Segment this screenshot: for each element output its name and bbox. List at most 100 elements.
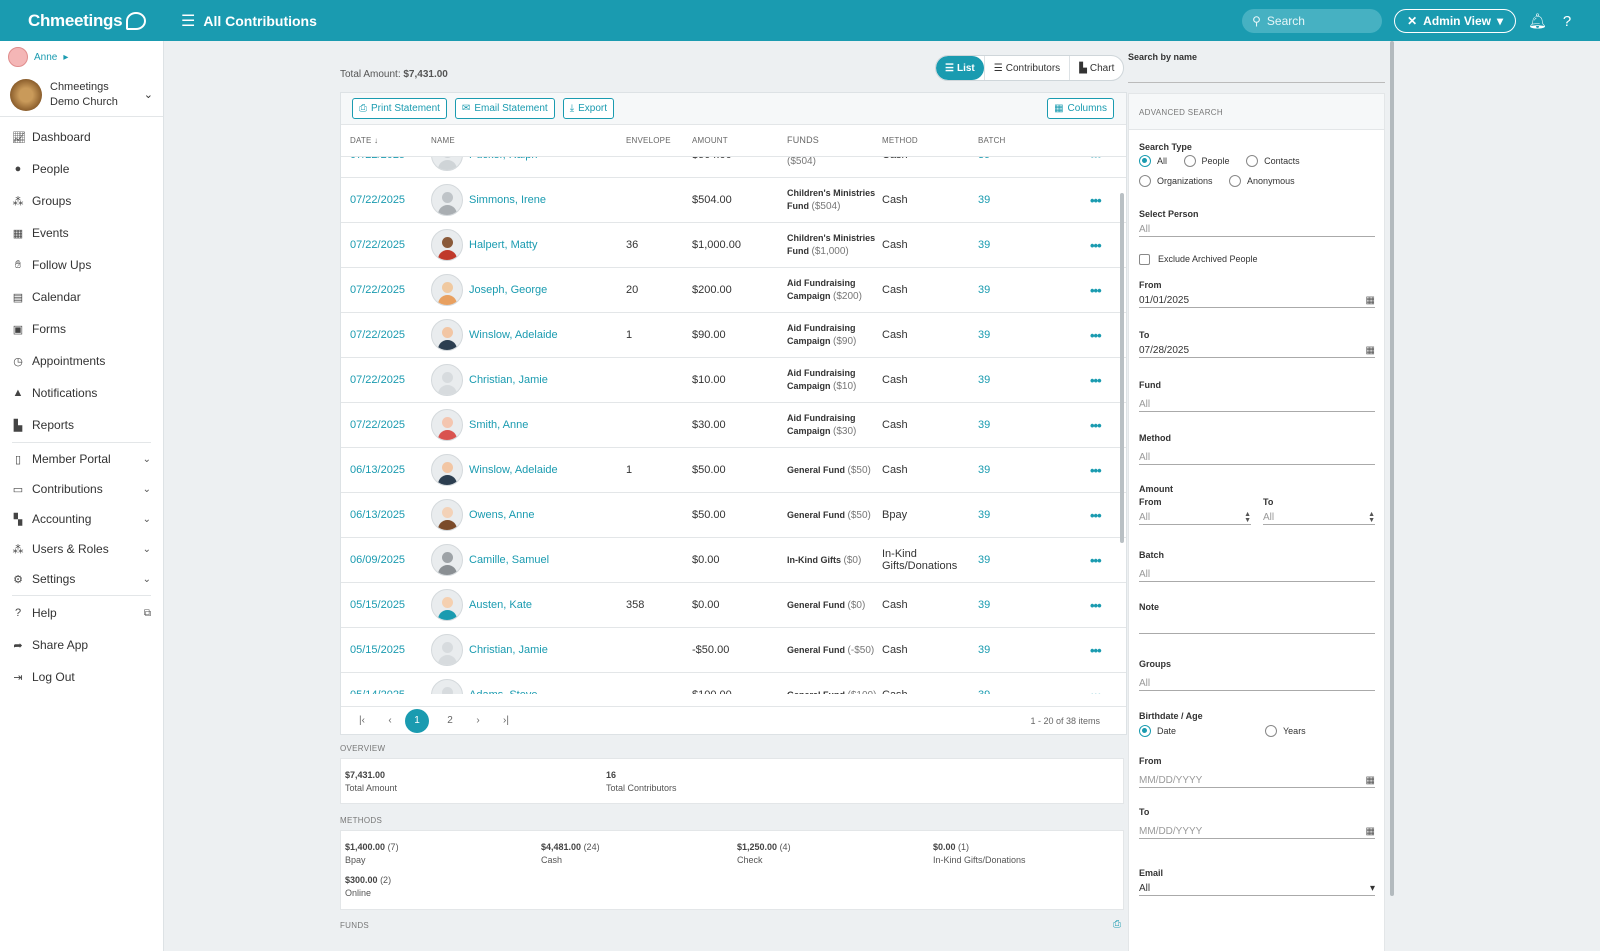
method-field[interactable]: Method All bbox=[1139, 433, 1375, 465]
sidebar-item-dashboard[interactable]: 📈︎ Dashboard bbox=[0, 121, 163, 153]
note-field[interactable]: Note bbox=[1139, 602, 1375, 634]
sidebar-item-log-out[interactable]: ⇥ Log Out bbox=[0, 661, 163, 693]
sidebar-item-settings[interactable]: ⚙ Settings ⌄ bbox=[0, 564, 163, 594]
row-batch[interactable]: 39 bbox=[978, 644, 1090, 656]
more-options-icon[interactable]: ••• bbox=[1090, 328, 1120, 343]
table-row[interactable]: 07/22/2025 Smith, Anne $30.00 Aid Fundraisi… bbox=[341, 403, 1126, 448]
row-date[interactable]: 07/22/2025 bbox=[341, 329, 431, 341]
sidebar-item-forms[interactable]: ▣ Forms bbox=[0, 313, 163, 345]
radio-date[interactable]: Date bbox=[1139, 725, 1251, 737]
more-options-icon[interactable]: ••• bbox=[1090, 508, 1120, 523]
sidebar-item-reports[interactable]: ▙ Reports bbox=[0, 409, 163, 441]
table-row[interactable]: 07/22/2025 Halpert, Matty 36 $1,000.00 Child… bbox=[341, 223, 1126, 268]
row-name[interactable]: Christian, Jamie bbox=[431, 634, 626, 666]
row-batch[interactable]: 39 bbox=[978, 239, 1090, 251]
table-row[interactable]: 06/13/2025 Winslow, Adelaide 1 $50.00 Genera… bbox=[341, 448, 1126, 493]
sidebar-item-member-portal[interactable]: ▯ Member Portal ⌄ bbox=[0, 444, 163, 474]
row-date[interactable]: 07/22/2025 bbox=[341, 419, 431, 431]
table-row[interactable]: 06/13/2025 Owens, Anne $50.00 General Fund … bbox=[341, 493, 1126, 538]
amount-to-field[interactable]: To All ▲ ▼ bbox=[1263, 497, 1375, 525]
church-selector[interactable]: Chmeetings Demo Church ⌄ bbox=[0, 73, 163, 117]
row-batch[interactable]: 39 bbox=[978, 194, 1090, 206]
row-date[interactable]: 05/15/2025 bbox=[341, 644, 431, 656]
table-scrollbar[interactable] bbox=[1120, 193, 1124, 543]
sidebar-item-users-roles[interactable]: ⁂ Users & Roles ⌄ bbox=[0, 534, 163, 564]
sidebar-item-calendar[interactable]: ▤ Calendar bbox=[0, 281, 163, 313]
row-date[interactable]: 07/22/2025 bbox=[341, 239, 431, 251]
more-options-icon[interactable]: ••• bbox=[1090, 418, 1120, 433]
row-name[interactable]: Owens, Anne bbox=[431, 499, 626, 531]
column-header-batch[interactable]: BATCH bbox=[978, 136, 1090, 145]
select-person-field[interactable]: Select Person All bbox=[1139, 209, 1375, 237]
exclude-archived-checkbox[interactable]: Exclude Archived People bbox=[1139, 254, 1375, 266]
column-header-date[interactable]: DATE ↓ bbox=[341, 136, 431, 145]
email-statement-button[interactable]: ✉ Email Statement bbox=[454, 98, 555, 119]
row-name[interactable]: Joseph, George bbox=[431, 274, 626, 306]
row-date[interactable]: 07/22/2025 bbox=[341, 374, 431, 386]
row-batch[interactable]: 39 bbox=[978, 554, 1090, 566]
row-date[interactable]: 07/22/2025 bbox=[341, 157, 431, 161]
row-date[interactable]: 07/22/2025 bbox=[341, 194, 431, 206]
column-header-funds[interactable]: FUNDS bbox=[787, 134, 882, 147]
sidebar-item-events[interactable]: ▦ Events bbox=[0, 217, 163, 249]
first-page-icon[interactable]: |‹ bbox=[355, 715, 369, 726]
row-batch[interactable]: 39 bbox=[978, 374, 1090, 386]
print-statement-button[interactable]: ⎙ Print Statement bbox=[352, 98, 447, 119]
sidebar-item-appointments[interactable]: ◷ Appointments bbox=[0, 345, 163, 377]
next-page-icon[interactable]: › bbox=[471, 715, 485, 726]
calendar-icon[interactable]: ▦ bbox=[1366, 345, 1375, 356]
table-row[interactable]: 06/09/2025 Camille, Samuel $0.00 In-Kind Gi… bbox=[341, 538, 1126, 583]
row-date[interactable]: 05/14/2025 bbox=[341, 689, 431, 694]
hamburger-menu-icon[interactable]: ☰ bbox=[181, 11, 195, 31]
view-list-button[interactable]: ☰ List bbox=[936, 56, 984, 80]
global-search-input[interactable]: ⚲ Search bbox=[1242, 9, 1383, 33]
more-options-icon[interactable]: ••• bbox=[1090, 238, 1120, 253]
printer-icon[interactable]: ⎙ bbox=[1113, 919, 1121, 930]
admin-view-dropdown[interactable]: ✕ Admin View ▾ bbox=[1394, 9, 1516, 33]
fund-field[interactable]: Fund All bbox=[1139, 380, 1375, 412]
search-by-name-input[interactable] bbox=[1128, 82, 1385, 83]
radio-anonymous[interactable]: Anonymous bbox=[1229, 175, 1295, 187]
help-icon[interactable]: ? bbox=[1558, 13, 1576, 30]
date-to-field[interactable]: To 07/28/2025 ▦ bbox=[1139, 330, 1375, 358]
radio-years[interactable]: Years bbox=[1265, 725, 1306, 737]
amount-from-field[interactable]: From All ▲ ▼ bbox=[1139, 497, 1251, 525]
row-batch[interactable]: 39 bbox=[978, 329, 1090, 341]
row-name[interactable]: Halpert, Matty bbox=[431, 229, 626, 261]
brand-logo[interactable]: Chmeetings bbox=[0, 11, 163, 31]
user-menu[interactable]: Anne ▸ bbox=[0, 41, 163, 73]
row-name[interactable]: Winslow, Adelaide bbox=[431, 319, 626, 351]
column-header-name[interactable]: NAME bbox=[431, 136, 626, 145]
row-batch[interactable]: 39 bbox=[978, 419, 1090, 431]
sidebar-item-notifications[interactable]: ▲ Notifications bbox=[0, 377, 163, 409]
page-2-button[interactable]: 2 bbox=[443, 715, 457, 726]
sidebar-item-share-app[interactable]: ➦ Share App bbox=[0, 629, 163, 661]
row-name[interactable]: Christian, Jamie bbox=[431, 364, 626, 396]
row-name[interactable]: Simmons, Irene bbox=[431, 184, 626, 216]
sidebar-item-people[interactable]: ● People bbox=[0, 153, 163, 185]
radio-all[interactable]: All bbox=[1139, 155, 1167, 167]
page-1-button[interactable]: 1 bbox=[405, 708, 429, 733]
row-date[interactable]: 06/13/2025 bbox=[341, 509, 431, 521]
row-name[interactable]: Winslow, Adelaide bbox=[431, 454, 626, 486]
row-batch[interactable]: 39 bbox=[978, 464, 1090, 476]
birthdate-from-field[interactable]: From MM/DD/YYYY ▦ bbox=[1139, 756, 1375, 788]
radio-people[interactable]: People bbox=[1183, 155, 1230, 167]
more-options-icon[interactable]: ••• bbox=[1090, 643, 1120, 658]
columns-button[interactable]: ▦ Columns bbox=[1047, 98, 1114, 119]
birthdate-to-field[interactable]: To MM/DD/YYYY ▦ bbox=[1139, 807, 1375, 839]
column-header-amount[interactable]: AMOUNT bbox=[692, 136, 787, 145]
more-options-icon[interactable]: ••• bbox=[1090, 193, 1120, 208]
table-row[interactable]: 07/22/2025 Winslow, Adelaide 1 $90.00 Aid Fu… bbox=[341, 313, 1126, 358]
more-options-icon[interactable]: ••• bbox=[1090, 283, 1120, 298]
calendar-icon[interactable]: ▦ bbox=[1366, 775, 1375, 786]
more-options-icon[interactable]: ••• bbox=[1090, 373, 1120, 388]
row-batch[interactable]: 39 bbox=[978, 599, 1090, 611]
row-batch[interactable]: 39 bbox=[978, 157, 1090, 161]
column-header-envelope[interactable]: ENVELOPE bbox=[626, 136, 692, 145]
radio-contacts[interactable]: Contacts bbox=[1246, 155, 1300, 167]
export-button[interactable]: ⤓ Export bbox=[562, 98, 615, 119]
more-options-icon[interactable]: ••• bbox=[1090, 688, 1120, 695]
table-row[interactable]: 07/22/2025 Pucker, Ralph $504.00Ministries… bbox=[341, 157, 1126, 178]
radio-organizations[interactable]: Organizations bbox=[1139, 175, 1213, 187]
